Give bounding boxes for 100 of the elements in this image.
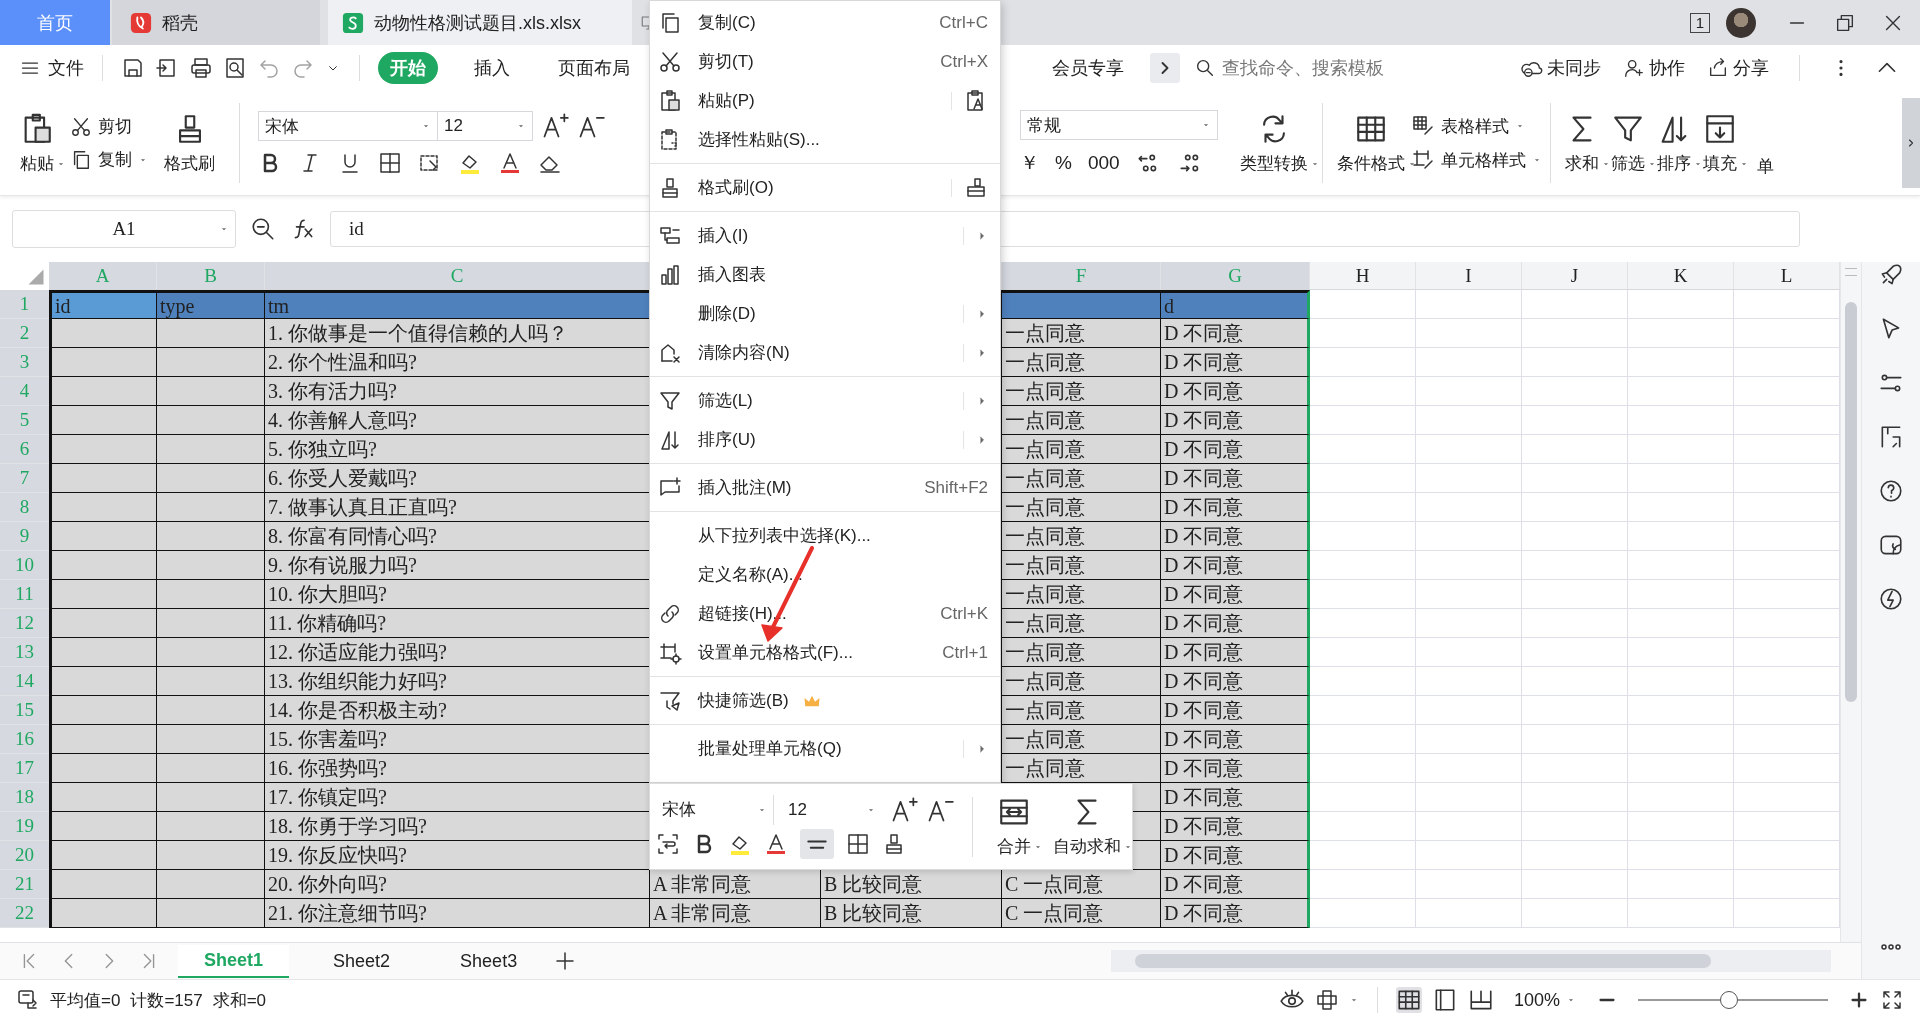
column-header[interactable]: J bbox=[1522, 262, 1628, 290]
menu-item[interactable]: 设置单元格格式(F)... Ctrl+1 bbox=[650, 633, 1000, 672]
lightning-icon[interactable] bbox=[1878, 586, 1904, 612]
menu-item[interactable]: 从下拉列表中选择(K)... bbox=[650, 516, 1000, 555]
format-painter-button[interactable]: 格式刷 bbox=[158, 111, 221, 175]
grow-font-icon[interactable] bbox=[890, 795, 918, 824]
table-cell: 21. 你注意细节吗? bbox=[265, 899, 650, 928]
table-cell: D 不同意 bbox=[1161, 783, 1310, 812]
vertical-scrollbar[interactable] bbox=[1840, 262, 1861, 942]
menu-item[interactable]: 快捷筛选(B) bbox=[650, 681, 1000, 720]
table-cell: D 不同意 bbox=[1161, 638, 1310, 667]
print-icon[interactable] bbox=[189, 56, 213, 80]
column-header[interactable]: K bbox=[1628, 262, 1734, 290]
menu-item[interactable]: 删除(D) bbox=[650, 294, 1000, 333]
column-header[interactable]: H bbox=[1310, 262, 1416, 290]
toolbar-button[interactable]: 未同步 bbox=[1521, 56, 1601, 80]
help-icon[interactable] bbox=[1878, 478, 1904, 504]
file-menu-button[interactable]: 文件 bbox=[20, 56, 84, 80]
table-cell: 3. 你有活力吗? bbox=[265, 377, 650, 406]
table-cell: type bbox=[157, 290, 265, 319]
normal-view-icon[interactable] bbox=[1395, 987, 1422, 1013]
conditional-format-button[interactable]: 条件格式 bbox=[1331, 111, 1411, 175]
number-format-select[interactable]: 常规 bbox=[1020, 110, 1218, 140]
grow-font-icon[interactable] bbox=[541, 112, 569, 140]
menu-item[interactable]: 格式刷(O) bbox=[650, 168, 1000, 207]
borders-icon[interactable] bbox=[378, 151, 402, 175]
number-format-button[interactable]: 000 bbox=[1087, 152, 1120, 174]
paste-button[interactable]: 粘贴 bbox=[14, 111, 60, 175]
menu-item[interactable]: 筛选(L) bbox=[650, 381, 1000, 420]
print-preview-icon[interactable] bbox=[223, 56, 247, 80]
toolbar-button[interactable]: 筛选 bbox=[1605, 111, 1651, 175]
table-cell: D 不同意 bbox=[1161, 522, 1310, 551]
table-cell: 一点同意 bbox=[1002, 464, 1161, 493]
format-painter-icon[interactable] bbox=[964, 175, 988, 200]
menu-item[interactable]: 选择性粘贴(S)... bbox=[650, 120, 1000, 159]
convert-type-button[interactable]: 类型转换 bbox=[1234, 111, 1314, 175]
toolbar-button[interactable]: 排序 bbox=[1651, 111, 1697, 175]
toolbar-button[interactable]: 单 bbox=[1757, 108, 1774, 178]
borders-icon[interactable] bbox=[846, 831, 870, 856]
table-style-icon bbox=[1411, 114, 1435, 138]
style-button[interactable]: 表格样式 bbox=[1411, 114, 1542, 138]
table-cell: D 不同意 bbox=[1161, 435, 1310, 464]
table-cell: 一点同意 bbox=[1002, 406, 1161, 435]
table-cell: D 不同意 bbox=[1161, 493, 1310, 522]
slider-thumb[interactable] bbox=[1720, 991, 1739, 1009]
document-tab[interactable]: 稻壳 bbox=[112, 0, 320, 45]
horizontal-scrollbar[interactable] bbox=[1111, 950, 1831, 972]
column-header[interactable]: I bbox=[1416, 262, 1522, 290]
font-color-icon[interactable] bbox=[498, 151, 522, 175]
scroll-right-icon[interactable] bbox=[1150, 53, 1180, 83]
cut-button[interactable]: 剪切 bbox=[70, 115, 148, 138]
table-cell: 一点同意 bbox=[1002, 522, 1161, 551]
menu-item[interactable]: 剪切(T) Ctrl+X bbox=[650, 42, 1000, 81]
menu-item[interactable]: 复制(C) Ctrl+C bbox=[650, 3, 1000, 42]
sheet-tab[interactable]: Sheet2 bbox=[307, 945, 417, 977]
name-box[interactable]: A1 bbox=[12, 210, 236, 248]
align-center-icon[interactable] bbox=[800, 828, 834, 859]
column-header[interactable]: L bbox=[1734, 262, 1840, 290]
window-count[interactable]: 1 bbox=[1689, 12, 1710, 33]
zoom-icon[interactable] bbox=[250, 216, 276, 242]
add-user-icon bbox=[1623, 57, 1645, 79]
number-format-button[interactable]: % bbox=[1055, 152, 1072, 174]
toolbar-button[interactable]: 求和 bbox=[1559, 111, 1605, 175]
toolbar-button[interactable]: 自动求和 bbox=[1047, 795, 1127, 858]
font-size-select[interactable]: 12 bbox=[437, 111, 533, 141]
search-field[interactable]: 查找命令、搜索模板 bbox=[1194, 56, 1521, 80]
save-icon[interactable] bbox=[121, 56, 145, 80]
cell-format-icon bbox=[658, 640, 682, 665]
wrap-text-icon[interactable] bbox=[656, 831, 680, 856]
toolbar-button[interactable]: 填充 bbox=[1697, 111, 1743, 175]
menu-item[interactable]: 批量处理单元格(Q) bbox=[650, 729, 1000, 768]
table-cell: D 不同意 bbox=[1161, 406, 1310, 435]
menu-item[interactable]: 排序(U) bbox=[650, 420, 1000, 459]
toolbar-button[interactable]: 分享 bbox=[1707, 56, 1769, 80]
style-button[interactable]: 单元格样式 bbox=[1411, 148, 1542, 172]
toolbar-button[interactable]: 协作 bbox=[1623, 56, 1685, 80]
toolbar-button[interactable]: 合并 bbox=[991, 795, 1037, 858]
sheet-tab[interactable]: Sheet3 bbox=[434, 945, 544, 977]
ribbon-tab[interactable]: 页面布局 bbox=[546, 52, 642, 84]
document-tab[interactable]: 动物性格测试题目.xls.xlsx bbox=[328, 0, 632, 45]
crosshair-icon[interactable] bbox=[1314, 988, 1339, 1012]
table-cell: 一点同意 bbox=[1002, 493, 1161, 522]
menu-item[interactable]: 插入批注(M) Shift+F2 bbox=[650, 468, 1000, 507]
table-cell: 1. 你做事是一个值得信赖的人吗？ bbox=[265, 319, 650, 348]
ribbon-tab[interactable]: 会员专享 bbox=[1040, 52, 1136, 84]
table-cell: 一点同意 bbox=[1002, 638, 1161, 667]
number-format-button[interactable]: ￥ bbox=[1020, 150, 1039, 176]
zoom-level-dropdown[interactable]: 100% bbox=[1513, 989, 1576, 1011]
table-cell: D 不同意 bbox=[1161, 348, 1310, 377]
docer-logo-icon bbox=[130, 11, 152, 34]
avatar[interactable] bbox=[1726, 7, 1756, 38]
macro-icon[interactable] bbox=[16, 988, 40, 1012]
font-select[interactable]: 宋体 bbox=[258, 111, 438, 141]
fullscreen-icon[interactable] bbox=[1880, 988, 1904, 1012]
copy-button[interactable]: 复制 bbox=[70, 148, 148, 171]
font-color-icon[interactable] bbox=[764, 831, 788, 856]
menu-item[interactable]: 粘贴(P) bbox=[650, 81, 1000, 120]
menu-item[interactable]: 清除内容(N) bbox=[650, 333, 1000, 372]
menu-item[interactable]: 插入图表 bbox=[650, 255, 1000, 294]
ribbon-tab[interactable]: 插入 bbox=[462, 52, 522, 84]
